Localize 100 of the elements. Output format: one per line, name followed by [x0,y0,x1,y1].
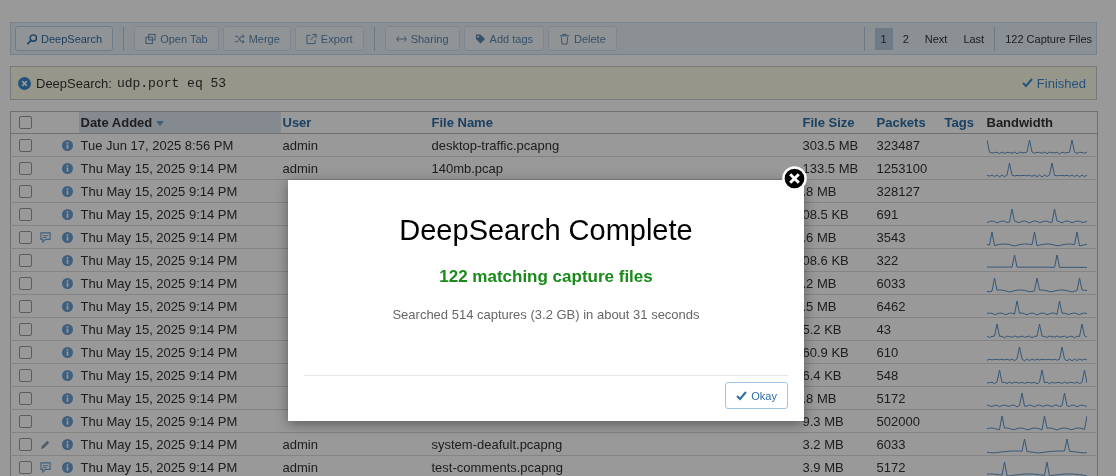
table-cell: 323487 [876,137,920,153]
check-icon [736,390,748,401]
column-header[interactable]: File Name [429,111,801,134]
table-cell: .5 MB [802,298,837,314]
info-icon[interactable] [62,300,73,312]
checkbox[interactable] [19,368,32,382]
table-cell: Thu May 15, 2025 9:14 PM [80,367,238,383]
info-icon[interactable] [62,415,73,427]
search-query: udp.port eq 53 [116,75,227,91]
table-cell: Thu May 15, 2025 9:14 PM [80,436,238,452]
checkbox[interactable] [19,322,32,336]
shuffle-icon [233,32,245,45]
page-link[interactable]: Last [957,27,991,50]
checkbox[interactable] [19,207,32,221]
table-cell: Thu May 15, 2025 9:14 PM [80,160,238,176]
table-cell: 3.2 MB [802,436,844,452]
table-cell: 6033 [876,275,906,291]
comment-icon[interactable] [40,231,51,243]
table-cell: Thu May 15, 2025 9:14 PM [80,275,238,291]
page-link[interactable]: 1 [874,27,893,50]
table-cell: admin [282,137,318,153]
table-cell: 6033 [876,436,906,452]
table-cell: 6462 [876,298,906,314]
table-cell: Thu May 15, 2025 9:14 PM [80,344,238,360]
clear-icon[interactable] [18,76,31,90]
column-header[interactable]: File Size [800,111,875,134]
info-icon[interactable] [62,208,73,220]
checkbox[interactable] [19,460,32,474]
table-cell: 43 [876,321,891,337]
checkbox[interactable] [19,391,32,405]
info-icon[interactable] [62,231,73,243]
info-icon[interactable] [62,254,73,266]
table-cell: Tue Jun 17, 2025 8:56 PM [80,137,234,153]
table-cell: Thu May 15, 2025 9:14 PM [80,459,238,475]
page-link[interactable]: 2 [896,27,915,50]
info-icon[interactable] [62,392,73,404]
table-cell: 502000 [876,413,920,429]
checkbox[interactable] [19,116,32,129]
info-icon[interactable] [62,277,73,289]
result-count: 122 matching capture files [439,267,653,287]
info-icon[interactable] [62,139,73,151]
info-icon[interactable] [62,185,73,197]
table-cell: Thu May 15, 2025 9:14 PM [80,229,238,245]
table-cell: 691 [876,206,899,222]
search-icon [26,32,37,45]
table-cell: 328127 [876,183,920,199]
table-cell: Thu May 15, 2025 9:14 PM [80,183,238,199]
table-cell: .6 MB [802,229,837,245]
pencil-icon[interactable] [40,438,51,450]
okay-button[interactable]: Okay [725,382,788,409]
check-icon [1021,78,1033,88]
checkbox[interactable] [19,414,32,428]
table-cell: 140mb.pcap [431,160,504,176]
checkbox[interactable] [19,437,32,451]
table-cell: 548 [876,367,899,383]
table-cell: 3543 [876,229,906,245]
column-header[interactable]: User [280,111,430,134]
table-cell: 322 [876,252,899,268]
table-cell: Thu May 15, 2025 9:14 PM [80,321,238,337]
info-icon[interactable] [62,162,73,174]
table-cell: .8 MB [802,183,837,199]
checkbox[interactable] [19,161,32,175]
table-cell: 133.5 MB [802,160,859,176]
table-cell: 5172 [876,390,906,406]
checkbox[interactable] [19,253,32,267]
search-status: Finished [1021,75,1086,91]
table-cell: test-comments.pcapng [431,459,563,475]
toolbar-button[interactable]: DeepSearch [15,26,114,51]
table-cell: Thu May 15, 2025 9:14 PM [80,298,238,314]
table-cell: .2 MB [802,275,837,291]
table-cell: Thu May 15, 2025 9:14 PM [80,206,238,222]
column-header[interactable]: Date Added [78,111,281,134]
column-header[interactable]: Packets [874,111,943,134]
checkbox[interactable] [19,345,32,359]
checkbox[interactable] [19,276,32,290]
table-cell: 5172 [876,459,906,475]
checkbox[interactable] [19,230,32,244]
trash-icon [559,32,570,45]
table-cell: Thu May 15, 2025 9:14 PM [80,252,238,268]
checkbox[interactable] [19,299,32,313]
file-count: 122 Capture Files [1004,32,1092,45]
info-icon[interactable] [62,346,73,358]
tag-icon [474,32,486,45]
table-cell: 1253100 [876,160,928,176]
table-cell: 3.9 MB [802,459,844,475]
table-cell: 610 [876,344,899,360]
column-header[interactable]: Tags [942,111,985,134]
checkbox[interactable] [19,184,32,198]
page-link[interactable]: Next [918,27,954,50]
comment-icon[interactable] [40,461,51,473]
checkbox[interactable] [19,138,32,152]
table-cell: system-deafult.pcapng [431,436,563,452]
table-cell: Thu May 15, 2025 9:14 PM [80,413,238,429]
info-icon[interactable] [62,461,73,473]
info-icon[interactable] [62,323,73,335]
search-summary: Searched 514 captures (3.2 GB) in about 31 seconds [392,307,700,322]
info-icon[interactable] [62,438,73,450]
info-icon[interactable] [62,369,73,381]
search-label: DeepSearch: [36,75,112,91]
table-cell: admin [282,436,318,452]
